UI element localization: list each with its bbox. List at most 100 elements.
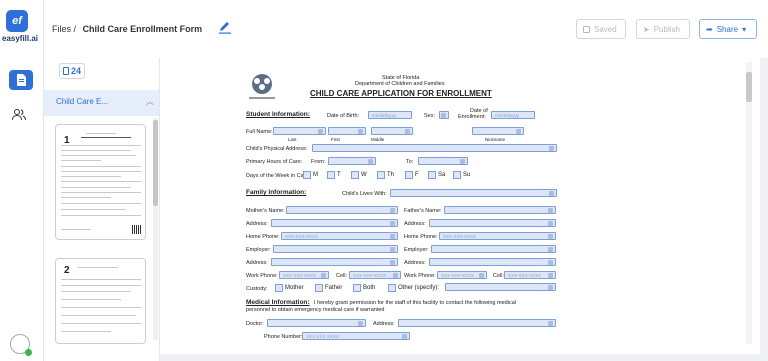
doctor-address-field[interactable] [398, 319, 556, 327]
child-address-label: Child's Physical Address: [246, 146, 308, 152]
day-checkbox[interactable] [405, 171, 413, 179]
sex-select[interactable] [439, 111, 449, 119]
breadcrumb-files[interactable]: Files [52, 24, 71, 34]
father-employer-address-label: Address: [404, 260, 426, 266]
medical-consent-text-2: personnel to obtain emergency medical ca… [246, 307, 385, 313]
medical-consent-text: I hereby grant permission for the staff … [314, 300, 516, 306]
logo[interactable]: ef [6, 10, 28, 32]
father-employer-label: Employer: [404, 247, 429, 253]
page-thumbnail[interactable]: 2 [55, 258, 146, 344]
document-icon [17, 74, 26, 86]
custody-other-checkbox[interactable] [388, 284, 396, 292]
form-dept: Department of Children and Families [355, 81, 445, 87]
page-count: 24 [70, 66, 81, 76]
document-scrollbar-thumb[interactable] [746, 72, 752, 102]
lives-with-label: Child's Lives With: [342, 191, 387, 197]
document-scrollbar[interactable] [746, 62, 752, 344]
father-address-label: Address: [404, 221, 426, 227]
mother-employer-address-field[interactable] [271, 258, 398, 266]
custody-option-label: Father [325, 285, 343, 291]
edit-title-pencil-icon[interactable] [218, 20, 232, 34]
name-part-label: Middle [371, 137, 385, 142]
thumbnail-scrollbar-thumb[interactable] [153, 120, 158, 206]
doctor-field[interactable] [267, 319, 366, 327]
share-button[interactable]: ➦ Share ▾ [699, 19, 757, 39]
middle-name-field[interactable] [371, 127, 413, 135]
mother-name-field[interactable] [286, 206, 398, 214]
left-rail [0, 0, 44, 361]
users-icon [12, 109, 26, 121]
father-home-phone-field[interactable]: XXX-XXX-XXXX [439, 232, 556, 240]
mother-employer-field[interactable] [273, 245, 398, 253]
page-count-badge: 24 [59, 63, 85, 79]
mother-work-phone-field[interactable]: XXX-XXX-XXXX [279, 271, 329, 279]
day-label: T [337, 172, 341, 178]
day-checkbox[interactable] [453, 171, 461, 179]
father-address-field[interactable] [429, 219, 556, 227]
mother-name-label: Mother's Name: [246, 208, 285, 214]
child-address-field[interactable] [312, 144, 557, 152]
custody-other-field[interactable] [445, 283, 556, 291]
name-part-label: Nickname [485, 137, 506, 142]
father-home-phone-label: Home Phone: [404, 234, 438, 240]
document-viewer: State of Florida Department of Children … [160, 58, 760, 354]
mother-address-field[interactable] [271, 219, 398, 227]
nav-documents[interactable] [9, 70, 33, 90]
mother-cell-field[interactable]: XXX-XXX-XXXX [349, 271, 401, 279]
day-label: M [313, 172, 318, 178]
page-thumbnail[interactable]: 1 [55, 124, 146, 240]
custody-father-checkbox[interactable] [315, 284, 323, 292]
father-employer-address-field[interactable] [429, 258, 556, 266]
day-checkbox[interactable] [327, 171, 335, 179]
father-employer-field[interactable] [431, 245, 556, 253]
last-name-field[interactable] [273, 127, 326, 135]
qr-code-icon [132, 225, 141, 234]
full-name-label: Full Name: [246, 129, 273, 135]
enrollment-date-input[interactable]: mm/dd/yyyy [491, 111, 535, 119]
share-label: Share [716, 24, 739, 34]
breadcrumb-separator: / [73, 24, 77, 34]
help-widget-icon[interactable] [10, 334, 32, 356]
doctor-phone-label: Phone Number: [264, 334, 303, 340]
hours-from-select[interactable] [328, 157, 376, 165]
brand-name: easyfill.ai [2, 34, 39, 43]
day-label: F [415, 172, 419, 178]
custody-both-checkbox[interactable] [353, 284, 361, 292]
mother-employer-address-label: Address: [246, 260, 268, 266]
nav-users[interactable] [12, 108, 30, 126]
day-checkbox[interactable] [303, 171, 311, 179]
day-label: Su [463, 172, 471, 178]
medical-info-heading: Medical Information: [246, 299, 310, 306]
day-checkbox[interactable] [377, 171, 385, 179]
mother-work-phone-label: Work Phone: [246, 273, 278, 279]
doctor-phone-field[interactable]: XXX-XXX-XXXX [302, 332, 410, 340]
chevron-down-icon: ▾ [742, 24, 747, 34]
nickname-field[interactable] [472, 127, 524, 135]
send-icon: ➤ [643, 24, 650, 34]
mother-home-phone-field[interactable]: XXX-XXX-XXXX [281, 232, 398, 240]
publish-button[interactable]: ➤ Publish [636, 19, 690, 39]
lives-with-select[interactable] [390, 189, 557, 197]
father-cell-field[interactable]: XXX-XXX-XXXX [504, 271, 556, 279]
mother-employer-label: Employer: [246, 247, 271, 253]
breadcrumb: Files / Child Care Enrollment Form [52, 24, 202, 34]
chevron-up-icon[interactable]: ︿ [146, 96, 154, 107]
day-checkbox[interactable] [428, 171, 436, 179]
day-label: Th [387, 172, 395, 178]
hours-to-select[interactable] [418, 157, 468, 165]
student-info-heading: Student Information: [246, 111, 310, 118]
dob-input[interactable]: mm/dd/yyyy [368, 111, 412, 119]
day-checkbox[interactable] [351, 171, 359, 179]
day-label: W [361, 172, 367, 178]
first-name-field[interactable] [328, 127, 366, 135]
form-title: CHILD CARE APPLICATION FOR ENROLLMENT [310, 89, 492, 98]
father-work-phone-field[interactable]: XXX-XXX-XXXX [437, 271, 487, 279]
custody-option-label: Both [363, 285, 376, 291]
sex-label: Sex: [424, 113, 436, 119]
custody-label: Custody: [246, 286, 268, 292]
custody-mother-checkbox[interactable] [275, 284, 283, 292]
saved-button[interactable]: Saved [576, 19, 626, 39]
mother-cell-label: Cell: [336, 273, 348, 279]
father-name-field[interactable] [444, 206, 556, 214]
mother-address-label: Address: [246, 221, 268, 227]
